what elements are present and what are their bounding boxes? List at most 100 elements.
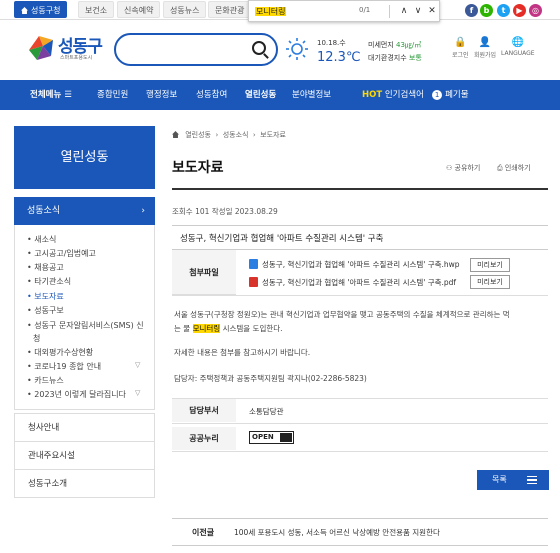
print-button[interactable]: ⎙ 인쇄하기 (497, 163, 531, 173)
find-next-button[interactable]: ∨ (411, 4, 425, 19)
blog-icon[interactable]: b (480, 4, 493, 17)
instagram-icon[interactable]: ◎ (529, 4, 542, 17)
sidebar-heading: 열린성동 (14, 126, 155, 189)
login-link[interactable]: 🔒 로그인 (452, 37, 469, 59)
hot-keywords[interactable]: HOT 인기검색어 1 폐기물 (362, 80, 469, 110)
page-title: 보도자료 (172, 160, 224, 176)
login-icon: 🔒 (454, 37, 467, 48)
preview-pdf-button[interactable]: 미리보기 (470, 275, 510, 289)
sidebar-submenu-item[interactable]: • 성동구보 (27, 305, 64, 316)
post-meta: 조회수 101 작성일 2023.08.29 (172, 207, 278, 216)
chevron-down-icon: ▽ (135, 361, 141, 369)
chevron-down-icon: ▽ (135, 389, 141, 397)
attachment-divider (172, 295, 548, 296)
sidebar-submenu-item[interactable]: • 채용공고 (27, 262, 64, 273)
nav-item-field-info[interactable]: 분야별정보 (292, 80, 331, 110)
department-label: 담당부서 (172, 399, 236, 422)
signup-icon: 👤 (478, 37, 492, 48)
previous-post-row[interactable]: 이전글 100세 포용도시 성동, 서소득 어르신 낙상예방 안전용품 지원한다 (172, 518, 548, 546)
find-prev-button[interactable]: ∧ (397, 4, 411, 19)
list-button[interactable]: 목록 (477, 470, 549, 490)
share-icon: ⚇ (446, 164, 453, 172)
sidebar-submenu-item[interactable]: • 고시공고/입법예고 (27, 248, 96, 259)
twitter-icon[interactable]: t (497, 4, 510, 17)
tab-quick-reservation[interactable]: 신속예약 (117, 1, 161, 18)
language-icon: 🌐 (511, 37, 524, 48)
info-divider-mid (172, 423, 548, 424)
sidebar-submenu-item[interactable]: • 코로나19 종합 안내 ▽ (27, 361, 140, 372)
share-button[interactable]: ⚇ 공유하기 (446, 163, 480, 173)
logo-subtitle: 스마트포용도시 (60, 55, 93, 61)
sidebar-submenu-item[interactable]: • 2023년 이렇게 달라집니다 ▽ (27, 389, 140, 400)
main-navigation: 전체메뉴 ☰ 종합민원 행정정보 성동참여 열린성동 분야별정보 HOT 인기검… (0, 80, 560, 110)
youtube-icon[interactable]: ▶ (513, 4, 526, 17)
hot-title: 인기검색어 (384, 90, 424, 100)
chevron-right-icon: › (141, 206, 145, 216)
print-icon: ⎙ (497, 164, 503, 172)
weather-date: 10.18.수 (317, 39, 346, 47)
search-input[interactable] (114, 33, 278, 66)
sidebar-submenu-item[interactable]: • 타기관소식 (27, 276, 71, 287)
find-count: 0/1 (359, 6, 371, 14)
tab-culture-tourism[interactable]: 문화관광 (208, 1, 252, 18)
info-divider-bottom (172, 451, 548, 452)
hot-keyword: 폐기물 (445, 90, 469, 100)
hot-label: HOT (362, 90, 383, 100)
attachment-hwp-link[interactable]: 성동구, 혁신기업과 협업해 '아파트 수질관리 시스템' 구축.hwp (249, 259, 460, 270)
post-title: 성동구, 혁신기업과 협업해 '아파트 수질관리 시스템' 구축 (172, 225, 548, 250)
sidebar-submenu-item[interactable]: • 대외평가수상현황 (27, 347, 93, 358)
sidebar-submenu-item[interactable]: • 새소식 (27, 234, 56, 245)
sidebar-submenu-item[interactable]: • 성동구 문자알림서비스(SMS) 신 (27, 320, 144, 331)
tab-seongdong-gu-office[interactable]: 성동구청 (14, 1, 68, 18)
hamburger-icon: ☰ (64, 90, 72, 100)
air-quality-index: 대기환경지수 보통 (368, 54, 422, 62)
tab-health-center[interactable]: 보건소 (78, 1, 115, 18)
language-link[interactable]: 🌐 LANGUAGE (501, 37, 535, 57)
facebook-icon[interactable]: f (465, 4, 478, 17)
hot-rank: 1 (432, 90, 443, 100)
seongdong-logo-icon[interactable] (25, 32, 57, 64)
nav-item-open-seongdong[interactable]: 열린성동 (245, 80, 276, 110)
weather-temperature: 12.3℃ (317, 50, 361, 65)
nav-item-civil-service[interactable]: 종합민원 (97, 80, 128, 110)
sidebar-submenu-item[interactable]: • 카드뉴스 (27, 375, 64, 386)
body-paragraph-1: 서울 성동구(구청장 정원오)는 관내 혁신기업과 업무협약을 맺고 공동주택의… (174, 310, 510, 333)
sidebar-item-major-facilities[interactable]: 관내주요시설 (14, 441, 155, 470)
attachment-pdf-link[interactable]: 성동구, 혁신기업과 협업해 '아파트 수질관리 시스템' 구축.pdf (249, 277, 456, 288)
home-icon[interactable] (172, 131, 179, 138)
kogl-open-badge-icon[interactable]: OPEN (249, 431, 294, 444)
previous-post-label: 이전글 (192, 528, 215, 537)
home-icon (21, 7, 28, 14)
previous-post-link[interactable]: 100세 포용도시 성동, 서소득 어르신 낙상예방 안전용품 지원한다 (234, 527, 440, 538)
sidebar-submenu-item[interactable]: • 보도자료 (27, 291, 64, 302)
sidebar-item-about-seongdong[interactable]: 성동구소개 (14, 469, 155, 498)
department-value: 소통담당관 (249, 407, 284, 416)
search-highlight: 모니터링 (192, 324, 221, 333)
preview-hwp-button[interactable]: 미리보기 (470, 258, 510, 272)
breadcrumb: 열린성동 › 성동소식 › 보도자료 (172, 130, 286, 140)
sidebar-submenu-item[interactable]: 청 (33, 333, 40, 344)
sidebar-category-news[interactable]: 성동소식 › (14, 197, 155, 225)
nav-item-participation[interactable]: 성동참여 (196, 80, 227, 110)
pdf-file-icon (249, 277, 258, 287)
title-divider (172, 188, 548, 190)
find-input[interactable]: 모니터링 (255, 5, 355, 18)
kogl-label: 공공누리 (172, 427, 236, 450)
site-header: 성동구 스마트포용도시 10.18.수 12.3℃ 미세먼지 43㎍/㎥ 대기환… (0, 20, 560, 80)
signup-link[interactable]: 👤 회원가입 (474, 37, 496, 59)
body-paragraph-contact: 담당자: 주택정책과 공동주택지원팀 곽지나(02-2286-5823) (174, 374, 367, 383)
find-separator (389, 5, 390, 18)
attachment-label: 첨부파일 (172, 250, 236, 295)
nav-item-admin-info[interactable]: 행정정보 (146, 80, 177, 110)
find-close-button[interactable]: ✕ (425, 4, 439, 19)
search-icon[interactable] (252, 41, 266, 55)
fine-dust: 미세먼지 43㎍/㎥ (368, 41, 422, 49)
sidebar-item-office-guide[interactable]: 청사안내 (14, 413, 155, 442)
list-icon (527, 476, 537, 484)
find-in-page-bar: 모니터링 0/1 ∧ ∨ ✕ (248, 0, 440, 22)
all-menu-button[interactable]: 전체메뉴 ☰ (30, 80, 72, 110)
sidebar-submenu: • 새소식 • 고시공고/입법예고 • 채용공고 • 타기관소식 • 보도자료 • 성동구… (14, 225, 155, 410)
tab-news[interactable]: 성동뉴스 (163, 1, 207, 18)
sun-weather-icon (286, 38, 308, 60)
body-paragraph-2: 자세한 내용은 첨부를 참고하시기 바랍니다. (174, 348, 311, 357)
